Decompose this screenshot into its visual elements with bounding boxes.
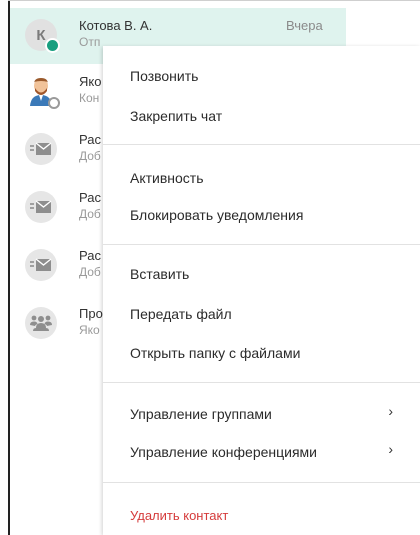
context-menu: Позвонить Закрепить чат Активность Блоки… (103, 46, 420, 535)
group-icon (30, 315, 52, 331)
avatar (25, 307, 57, 339)
window-top-border (8, 0, 420, 1)
chat-preview: Кон (79, 91, 100, 105)
chat-preview: Яко (79, 323, 100, 337)
menu-item-manage-conferences[interactable]: Управление конференциями (130, 444, 393, 460)
avatar (25, 133, 57, 165)
chat-name: Котова В. А. (79, 18, 153, 33)
menu-item-call[interactable]: Позвонить (130, 68, 198, 84)
chat-preview: Доб (79, 207, 101, 221)
chevron-right-icon: › (388, 441, 393, 457)
avatar-letter: К (36, 26, 46, 44)
menu-item-manage-groups[interactable]: Управление группами (130, 406, 393, 422)
chat-name: Рас (79, 190, 101, 205)
mailing-icon (30, 142, 52, 155)
menu-item-pin-chat[interactable]: Закрепить чат (130, 108, 222, 124)
menu-item-label: Управление группами (130, 406, 272, 422)
menu-item-activity[interactable]: Активность (130, 170, 204, 186)
menu-item-open-files-folder[interactable]: Открыть папку с файлами (130, 345, 300, 361)
chat-name: Рас (79, 132, 101, 147)
avatar: К (25, 19, 60, 53)
menu-item-delete-contact[interactable]: Удалить контакт (130, 508, 228, 523)
chat-preview: Доб (79, 265, 101, 279)
chat-time: Вчера (286, 18, 323, 33)
chat-preview: Доб (79, 149, 101, 163)
menu-item-block-notifications[interactable]: Блокировать уведомления (130, 207, 303, 223)
menu-divider (103, 482, 420, 483)
chat-name: Про (79, 306, 103, 321)
chat-preview: Отп (79, 35, 101, 49)
offline-status-icon (48, 97, 60, 109)
mailing-icon (30, 200, 52, 213)
chat-name: Рас (79, 248, 101, 263)
menu-divider (103, 382, 420, 383)
mailing-icon (30, 258, 52, 271)
chat-name: Яко (79, 74, 102, 89)
chevron-right-icon: › (388, 403, 393, 419)
menu-item-paste[interactable]: Вставить (130, 266, 189, 282)
menu-item-send-file[interactable]: Передать файл (130, 306, 232, 322)
avatar (25, 191, 57, 223)
online-status-icon (45, 38, 60, 53)
avatar (25, 75, 60, 109)
menu-item-label: Управление конференциями (130, 444, 317, 460)
avatar (25, 249, 57, 281)
menu-divider (103, 244, 420, 245)
menu-divider (103, 144, 420, 145)
